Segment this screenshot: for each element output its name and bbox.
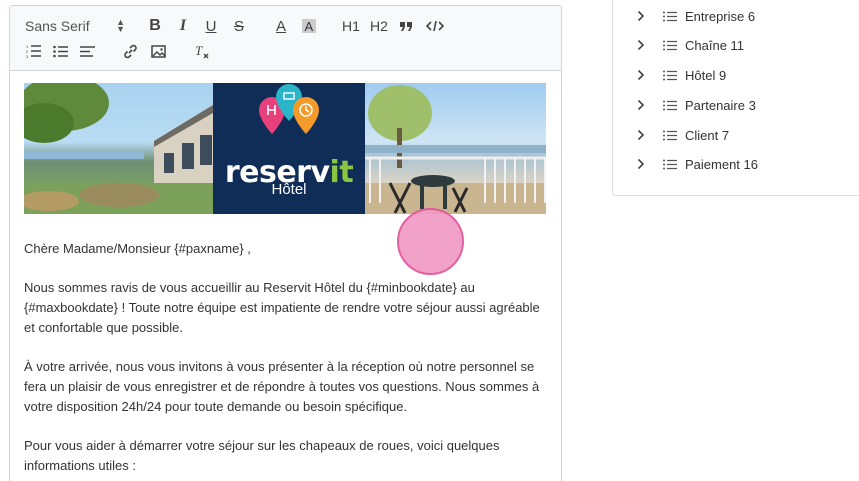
italic-button[interactable]: I: [174, 14, 192, 38]
toolbar-row-2: 123 T: [10, 39, 561, 63]
touch-pointer-indicator: [397, 208, 464, 275]
chevron-right-icon[interactable]: [637, 99, 649, 111]
blockquote-button[interactable]: [398, 14, 414, 38]
bullet-list-button[interactable]: [51, 39, 69, 63]
chevron-right-icon[interactable]: [637, 10, 649, 22]
list-icon: [663, 40, 679, 51]
tree-item-paiement[interactable]: Paiement 16: [637, 154, 758, 174]
svg-text:A: A: [305, 19, 314, 34]
highlight-icon: A: [302, 19, 316, 34]
ordered-list-button[interactable]: 123: [24, 39, 42, 63]
ordered-list-icon: 123: [26, 44, 41, 58]
banner-photo-left: [24, 83, 213, 214]
font-family-value: Sans Serif: [25, 18, 90, 34]
chevron-right-icon[interactable]: [637, 129, 649, 141]
tree-item-label: Entreprise 6: [685, 8, 756, 24]
svg-text:3: 3: [26, 54, 29, 58]
rich-text-editor: Sans Serif ▲ ▼ B I U S A A H1 H2 123 T r…: [9, 5, 562, 481]
arrival-paragraph: À votre arrivée, nous vous invitons à vo…: [24, 359, 540, 414]
greeting-paragraph: Chère Madame/Monsieur {#paxname} ,: [24, 241, 251, 256]
tree-item-label: Chaîne 11: [685, 37, 745, 53]
list-icon: [663, 100, 679, 111]
link-icon: [123, 44, 137, 58]
tree-item-label: Partenaire 3: [685, 97, 756, 113]
font-family-select[interactable]: Sans Serif ▲ ▼: [25, 14, 125, 38]
code-icon: [426, 20, 444, 32]
italic-label: I: [179, 17, 187, 34]
tree-item-label: Paiement 16: [685, 156, 758, 172]
list-icon: [663, 11, 679, 22]
code-block-button[interactable]: [425, 14, 445, 38]
align-left-icon: [79, 45, 95, 57]
editor-toolbar: Sans Serif ▲ ▼ B I U S A A H1 H2 123 T: [10, 6, 561, 71]
tree-item-partenaire[interactable]: Partenaire 3: [637, 95, 756, 115]
strike-button[interactable]: S: [230, 14, 248, 38]
toolbar-row-1: Sans Serif ▲ ▼ B I U S A A H1 H2: [10, 14, 561, 38]
image-icon: [150, 44, 166, 58]
tree-item-chaine[interactable]: Chaîne 11: [637, 35, 744, 55]
bold-button[interactable]: B: [146, 14, 164, 38]
image-button[interactable]: [149, 39, 167, 63]
heading2-button[interactable]: H2: [369, 14, 389, 38]
list-icon: [663, 159, 679, 170]
chevron-right-icon[interactable]: [637, 69, 649, 81]
strike-label: S: [233, 17, 244, 35]
text-color-label: A: [275, 17, 286, 35]
clear-format-button[interactable]: T: [193, 39, 211, 63]
tree-item-label: Hôtel 9: [685, 67, 727, 83]
editor-content[interactable]: reservit Hôtel Chère Madame/Monsieur {#p…: [24, 83, 548, 476]
select-arrows-icon: ▲ ▼: [116, 17, 125, 34]
info-paragraph: Pour vous aider à démarrer votre séjour …: [24, 438, 500, 473]
list-icon: [663, 70, 679, 81]
tree-item-label: Client 7: [685, 127, 730, 143]
tree-item-client[interactable]: Client 7: [637, 125, 729, 145]
link-button[interactable]: [121, 39, 139, 63]
tree-item-entreprise[interactable]: Entreprise 6: [637, 6, 755, 26]
align-button[interactable]: [78, 39, 96, 63]
underline-label: U: [205, 17, 217, 35]
hotel-banner-image: reservit Hôtel: [24, 83, 546, 214]
tree-item-hotel[interactable]: Hôtel 9: [637, 65, 726, 85]
background-color-button[interactable]: A: [300, 14, 318, 38]
underline-button[interactable]: U: [202, 14, 220, 38]
h2-label: H2: [370, 18, 388, 34]
svg-text:T: T: [195, 43, 203, 58]
chevron-right-icon[interactable]: [637, 39, 649, 51]
h1-label: H1: [342, 18, 360, 34]
bold-label: B: [149, 17, 161, 34]
list-icon: [663, 130, 679, 141]
reservit-logo: reservit Hôtel: [213, 83, 365, 214]
welcome-paragraph: Nous sommes ravis de vous accueillir au …: [24, 280, 540, 335]
banner-photo-right: [365, 83, 546, 214]
heading1-button[interactable]: H1: [341, 14, 361, 38]
text-color-button[interactable]: A: [272, 14, 290, 38]
bullet-list-icon: [52, 45, 68, 57]
quote-icon: [400, 22, 412, 31]
clear-format-icon: T: [195, 43, 209, 59]
variables-tree-panel: Entreprise 6 Chaîne 11 Hôtel 9 Partenair…: [612, 0, 859, 196]
chevron-right-icon[interactable]: [637, 158, 649, 170]
logo-subtitle: Hôtel: [271, 181, 307, 198]
